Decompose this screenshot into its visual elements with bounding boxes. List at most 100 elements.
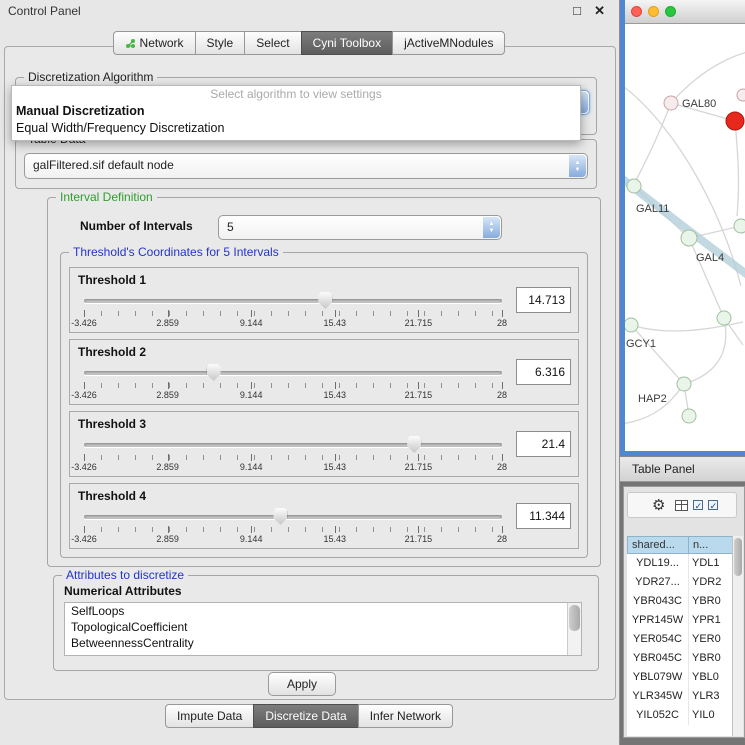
slider-track[interactable] [84, 515, 502, 519]
svg-text:HAP2: HAP2 [638, 393, 667, 405]
table-row[interactable]: YBL079WYBL0 [627, 668, 734, 687]
list-item[interactable]: BetweennessCentrality [65, 635, 581, 651]
node-gal11[interactable] [627, 179, 641, 193]
tab-impute-data[interactable]: Impute Data [165, 704, 254, 728]
scrollbar-thumb[interactable] [569, 605, 580, 631]
network-graph: GAL80 GAL11 GAL4 GCY1 HAP2 [625, 24, 745, 451]
slider-thumb[interactable] [207, 364, 221, 381]
close-traffic-light-icon[interactable] [631, 6, 642, 17]
close-icon[interactable]: ✕ [594, 3, 605, 19]
threshold-3-row: Threshold 3 -3.426 2.859 9.144 15.43 21.… [69, 411, 579, 477]
threshold-4-row: Threshold 4 -3.426 2.859 9.144 15.43 21.… [69, 483, 579, 549]
table-row[interactable]: YIL052CYIL0 [627, 706, 734, 725]
threshold-1-slider[interactable]: -3.426 2.859 9.144 15.43 21.715 28 [84, 292, 502, 330]
threshold-4-value-field[interactable]: 11.344 [516, 503, 571, 529]
node-gal80[interactable] [664, 96, 678, 110]
threshold-label: Threshold 4 [78, 489, 146, 503]
table-row[interactable]: YER054CYER0 [627, 630, 734, 649]
slider-thumb[interactable] [407, 436, 421, 453]
tab-label: Impute Data [177, 705, 242, 727]
checkbox-icon[interactable]: ✓ [708, 500, 718, 510]
table-data-select[interactable]: galFiltered.sif default node ▲▼ [24, 153, 588, 179]
node-partial-right[interactable] [734, 219, 745, 233]
list-item[interactable]: TopologicalCoefficient [65, 619, 581, 635]
threshold-2-value-field[interactable]: 6.316 [516, 359, 571, 385]
threshold-3-value-field[interactable]: 21.4 [516, 431, 571, 457]
up-arrow-icon: ▲ [489, 221, 495, 227]
threshold-3-slider[interactable]: -3.426 2.859 9.144 15.43 21.715 28 [84, 436, 502, 474]
slider-track[interactable] [84, 443, 502, 447]
down-arrow-icon: ▼ [575, 167, 581, 173]
threshold-1-value-field[interactable]: 14.713 [516, 287, 571, 313]
table-panel-header[interactable]: Table Panel [620, 456, 745, 482]
node-gcy1[interactable] [625, 318, 638, 332]
gear-icon[interactable]: ⚙ [652, 498, 665, 513]
tab-jactivemodules[interactable]: jActiveMNodules [392, 31, 505, 55]
node-unlabeled[interactable] [682, 409, 696, 423]
threshold-2-slider[interactable]: -3.426 2.859 9.144 15.43 21.715 28 [84, 364, 502, 402]
list-scrollbar[interactable] [567, 603, 581, 655]
network-canvas[interactable]: GAL80 GAL11 GAL4 GCY1 HAP2 [625, 24, 745, 451]
node-unlabeled[interactable] [717, 311, 731, 325]
table-row[interactable]: YBR045CYBR0 [627, 649, 734, 668]
node-highlighted[interactable] [726, 112, 744, 130]
apply-button[interactable]: Apply [268, 672, 336, 696]
table-row[interactable]: YDR27...YDR2 [627, 573, 734, 592]
tab-label: Network [140, 32, 184, 54]
node-partial-top[interactable] [737, 89, 745, 101]
tab-cyni-toolbox[interactable]: Cyni Toolbox [301, 31, 393, 55]
checkbox-icon[interactable]: ✓ [693, 500, 703, 510]
control-panel: Control Panel □ ✕ Network Style Select C… [0, 0, 620, 745]
tab-style[interactable]: Style [195, 31, 246, 55]
list-item[interactable]: SelfLoops [65, 603, 581, 619]
network-view-window: GAL80 GAL11 GAL4 GCY1 HAP2 [620, 0, 745, 456]
tab-infer-network[interactable]: Infer Network [358, 704, 453, 728]
slider-track[interactable] [84, 371, 502, 375]
minimize-traffic-light-icon[interactable] [648, 6, 659, 17]
float-window-icon[interactable]: □ [573, 3, 581, 18]
slider-ruler [84, 383, 502, 388]
cyni-toolbox-panel: Discretization Algorithm ▲▼ Select algor… [4, 46, 616, 700]
slider-track[interactable] [84, 299, 502, 303]
tab-network[interactable]: Network [113, 31, 196, 55]
table-row[interactable]: YDL19...YDL1 [627, 554, 734, 573]
slider-thumb[interactable] [318, 292, 332, 309]
combo-spinner-icon[interactable]: ▲▼ [483, 217, 500, 238]
up-arrow-icon: ▲ [575, 160, 581, 166]
panel-title: Control Panel [8, 4, 81, 18]
table-row[interactable]: YBR043CYBR0 [627, 592, 734, 611]
interval-definition-group: Interval Definition Number of Intervals … [47, 197, 601, 567]
dropdown-option-equal-width[interactable]: Equal Width/Frequency Discretization [12, 120, 580, 137]
table-row[interactable]: YLR345WYLR3 [627, 687, 734, 706]
number-of-intervals-value: 5 [227, 216, 479, 238]
threshold-label: Threshold 1 [78, 273, 146, 287]
threshold-label: Threshold 3 [78, 417, 146, 431]
scrollbar-thumb[interactable] [734, 538, 742, 576]
node-gal4[interactable] [681, 230, 697, 246]
table-scrollbar[interactable] [732, 536, 743, 736]
slider-ruler [84, 311, 502, 316]
threshold-4-slider[interactable]: -3.426 2.859 9.144 15.43 21.715 28 [84, 508, 502, 546]
slider-tick-labels: -3.426 2.859 9.144 15.43 21.715 28 [84, 390, 502, 400]
node-hap2[interactable] [677, 377, 691, 391]
svg-text:GAL80: GAL80 [682, 98, 716, 110]
slider-tick-labels: -3.426 2.859 9.144 15.43 21.715 28 [84, 534, 502, 544]
number-of-intervals-select[interactable]: 5 ▲▼ [218, 215, 502, 240]
column-header-shared-name[interactable]: shared... [627, 536, 689, 554]
combo-spinner-icon[interactable]: ▲▼ [569, 155, 586, 177]
numerical-attributes-list[interactable]: SelfLoops TopologicalCoefficient Between… [64, 602, 582, 656]
tab-discretize-data[interactable]: Discretize Data [253, 704, 358, 728]
zoom-traffic-light-icon[interactable] [665, 6, 676, 17]
column-header-name[interactable]: n... [688, 536, 734, 554]
group-title: Threshold's Coordinates for 5 Intervals [69, 245, 283, 259]
table-row[interactable]: YPR145WYPR1 [627, 611, 734, 630]
tab-select[interactable]: Select [244, 31, 301, 55]
table-data-select-value: galFiltered.sif default node [33, 154, 565, 176]
dropdown-option-manual-discretization[interactable]: Manual Discretization [12, 103, 580, 120]
network-node-labels: GAL80 GAL11 GAL4 GCY1 HAP2 [626, 98, 724, 405]
slider-thumb[interactable] [273, 508, 287, 525]
tab-label: jActiveMNodules [404, 32, 493, 54]
tab-label: Discretize Data [265, 705, 346, 727]
network-window-titlebar[interactable] [625, 0, 745, 24]
table-columns-icon[interactable] [675, 500, 688, 511]
